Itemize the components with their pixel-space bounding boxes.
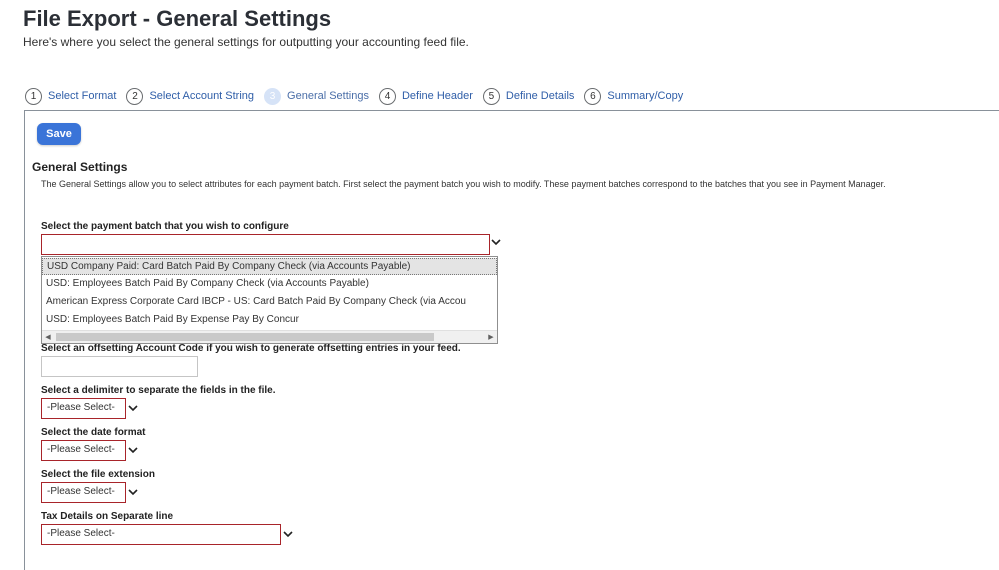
step-number: 6 — [584, 87, 602, 105]
delimiter-select[interactable]: -Please Select- — [41, 398, 126, 419]
payment-batch-dropdown-list: USD Company Paid: Card Batch Paid By Com… — [41, 256, 498, 344]
payment-batch-select[interactable] — [41, 234, 490, 255]
wizard-steps: 1 Select Format 2 Select Account String … — [25, 86, 693, 106]
step-select-account-string[interactable]: 2 Select Account String — [126, 87, 255, 105]
date-format-label: Select the date format — [41, 427, 146, 438]
step-number: 3 — [264, 87, 282, 105]
page-subtitle: Here's where you select the general sett… — [23, 35, 469, 49]
page-title: File Export - General Settings — [23, 6, 332, 31]
chevron-down-icon[interactable] — [128, 446, 138, 454]
save-button[interactable]: Save — [37, 123, 81, 145]
step-define-header[interactable]: 4 Define Header — [378, 87, 473, 105]
step-number: 2 — [126, 87, 144, 105]
offset-account-label: Select an offsetting Account Code if you… — [41, 343, 461, 354]
step-label: General Settings — [287, 90, 369, 102]
step-general-settings[interactable]: 3 General Settings — [264, 87, 369, 105]
offset-account-input[interactable] — [41, 356, 198, 377]
chevron-down-icon[interactable] — [128, 404, 138, 412]
file-extension-label: Select the file extension — [41, 469, 155, 480]
step-label: Define Header — [401, 90, 473, 102]
step-define-details[interactable]: 5 Define Details — [482, 87, 575, 105]
list-item[interactable]: USD: Employees Batch Paid By Company Che… — [42, 276, 497, 293]
list-item[interactable]: American Express Corporate Card IBCP - U… — [42, 294, 497, 311]
section-description: The General Settings allow you to select… — [41, 179, 886, 189]
chevron-down-icon[interactable] — [128, 488, 138, 496]
list-item[interactable]: USD Company Paid: Card Batch Paid By Com… — [42, 258, 497, 275]
step-summary-copy[interactable]: 6 Summary/Copy — [584, 87, 684, 105]
step-number: 5 — [482, 87, 500, 105]
tax-details-select[interactable]: -Please Select- — [41, 524, 281, 545]
step-select-format[interactable]: 1 Select Format — [25, 87, 117, 105]
list-item[interactable]: USD: Employees Batch Paid By Expense Pay… — [42, 312, 497, 329]
scroll-left-icon[interactable]: ◀ — [42, 331, 54, 343]
step-label: Select Account String — [149, 90, 255, 102]
step-number: 1 — [25, 87, 42, 105]
delimiter-label: Select a delimiter to separate the field… — [41, 385, 276, 396]
scroll-right-icon[interactable]: ▶ — [485, 331, 497, 343]
payment-batch-label: Select the payment batch that you wish t… — [41, 221, 289, 232]
scroll-thumb[interactable] — [56, 333, 434, 341]
step-label: Summary/Copy — [607, 90, 684, 102]
horizontal-scrollbar[interactable]: ◀ ▶ — [42, 330, 497, 343]
step-number: 4 — [378, 87, 396, 105]
step-label: Define Details — [505, 90, 575, 102]
tax-details-label: Tax Details on Separate line — [41, 511, 174, 522]
step-label: Select Format — [48, 90, 117, 102]
date-format-select[interactable]: -Please Select- — [41, 440, 126, 461]
chevron-down-icon[interactable] — [491, 238, 501, 246]
file-extension-select[interactable]: -Please Select- — [41, 482, 126, 503]
chevron-down-icon[interactable] — [283, 530, 293, 538]
section-title: General Settings — [32, 160, 128, 174]
